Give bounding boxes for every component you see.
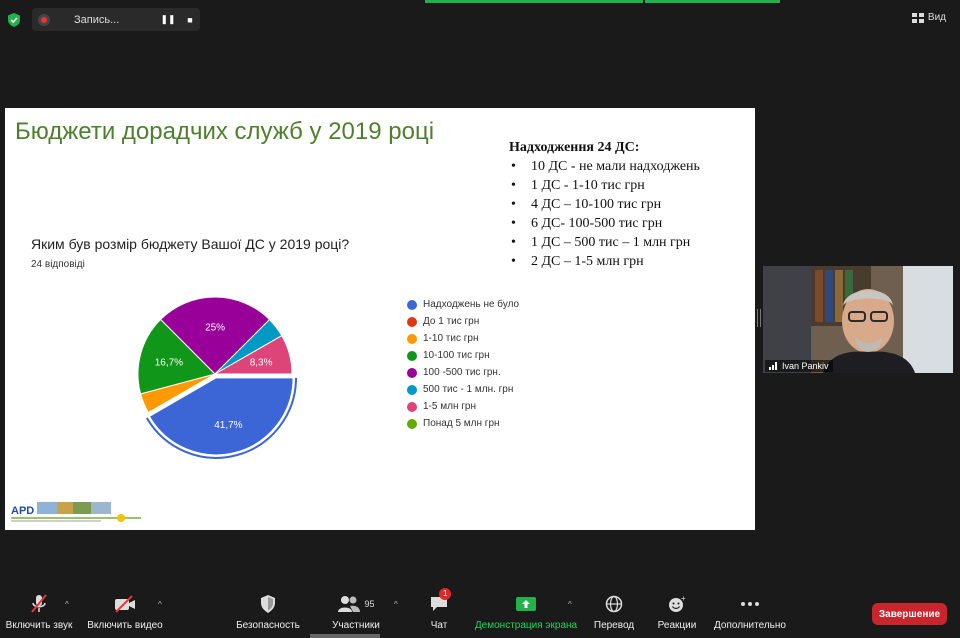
income-summary: Надходження 24 ДС: 10 ДС - не мали надхо… (509, 138, 700, 271)
participants-button[interactable]: 95 Участники (330, 592, 382, 631)
share-screen-icon (516, 597, 536, 611)
participants-label: Участники (332, 620, 380, 631)
pause-recording-icon[interactable]: ❚❚ (160, 12, 176, 28)
income-item: 1 ДС – 500 тис – 1 млн грн (509, 233, 700, 252)
audio-options-chevron-icon[interactable]: ^ (65, 600, 69, 609)
budget-pie-chart: 41,7% 16,7% 25% 8,3% (137, 296, 298, 459)
start-video-button[interactable]: Включить видео (87, 592, 163, 631)
legend-color-dot (407, 299, 417, 310)
svg-text:+: + (681, 595, 686, 603)
pie-slice-data-label: 41,7% (214, 420, 242, 431)
microphone-muted-icon (31, 594, 47, 613)
income-item: 6 ДС- 100-500 тис грн (509, 214, 700, 233)
unmute-label: Включить звук (5, 620, 73, 631)
participant-name: Ivan Pankiv (782, 361, 829, 371)
legend-color-dot (407, 401, 417, 412)
end-meeting-button[interactable]: Завершение (872, 603, 947, 625)
legend-label: 500 тис - 1 млн. грн (423, 384, 514, 395)
chat-button[interactable]: 1 Чат (424, 588, 454, 631)
legend-label: До 1 тис грн (423, 316, 480, 327)
more-label: Дополнительно (714, 620, 786, 631)
reactions-button[interactable]: + Реакции (656, 592, 698, 631)
legend-color-dot (407, 367, 417, 378)
pie-slice-data-label: 25% (205, 322, 225, 333)
share-screen-button[interactable]: Демонстрация экрана (474, 592, 578, 631)
translation-button[interactable]: Перевод (592, 592, 636, 631)
legend-item: 1-5 млн грн (407, 398, 519, 415)
response-count: 24 відповіді (31, 259, 85, 270)
legend-item: 100 -500 тис грн. (407, 364, 519, 381)
screen-share-indicator (425, 0, 780, 3)
share-options-chevron-icon[interactable]: ^ (568, 600, 572, 609)
start-video-label: Включить видео (87, 620, 163, 631)
more-dots-icon (741, 602, 759, 606)
shared-slide: Бюджети дорадчих служб у 2019 році Надхо… (5, 108, 755, 530)
chat-label: Чат (430, 620, 448, 631)
video-options-chevron-icon[interactable]: ^ (158, 600, 162, 609)
survey-question: Яким був розмір бюджету Вашої ДС у 2019 … (31, 236, 350, 252)
panel-resize-handle[interactable] (757, 309, 761, 327)
participants-icon (338, 596, 361, 612)
more-button[interactable]: Дополнительно (714, 592, 786, 631)
camera-off-icon (115, 595, 135, 613)
svg-text:APD: APD (11, 505, 34, 517)
income-item: 4 ДС – 10-100 тис грн (509, 195, 700, 214)
legend-item: 500 тис - 1 млн. грн (407, 381, 519, 398)
legend-item: Надходжень не було (407, 296, 519, 313)
meeting-toolbar: Включить звук ^ Включить видео ^ Безопас… (0, 588, 960, 638)
legend-color-dot (407, 350, 417, 361)
emoji-reaction-icon: + (669, 595, 686, 612)
participants-options-chevron-icon[interactable]: ^ (394, 600, 398, 609)
income-item: 2 ДС – 1-5 млн грн (509, 252, 700, 271)
security-label: Безопасность (236, 620, 300, 631)
legend-color-dot (407, 333, 417, 344)
legend-label: Надходжень не було (423, 299, 520, 310)
income-item: 10 ДС - не мали надходжень (509, 157, 700, 176)
unmute-button[interactable]: Включить звук (6, 592, 72, 631)
share-screen-label: Демонстрация экрана (474, 620, 578, 631)
income-item: 1 ДС - 1-10 тис грн (509, 176, 700, 195)
bottom-scroll-indicator (310, 634, 380, 638)
reactions-label: Реакции (657, 620, 697, 631)
legend-label: 100 -500 тис грн. (423, 367, 501, 378)
legend-item: До 1 тис грн (407, 313, 519, 330)
legend-label: 1-5 млн грн (423, 401, 476, 412)
participants-count: 95 (364, 599, 375, 609)
legend-color-dot (407, 418, 417, 429)
legend-color-dot (407, 384, 417, 395)
legend-color-dot (407, 316, 417, 327)
shield-icon (261, 595, 275, 613)
legend-item: 10-100 тис грн (407, 347, 519, 364)
stop-recording-icon[interactable]: ■ (182, 12, 198, 28)
grid-view-icon (911, 12, 924, 23)
participant-video[interactable]: Ivan Pankiv (763, 266, 953, 373)
pie-slice-data-label: 16,7% (155, 358, 183, 369)
translation-label: Перевод (593, 620, 635, 631)
view-button[interactable]: Вид (911, 12, 946, 23)
slide-title: Бюджети дорадчих служб у 2019 році (15, 118, 435, 145)
audio-level-icon (769, 362, 777, 370)
recording-bar: Запись... ❚❚ ■ (32, 8, 200, 31)
recording-label: Запись... (74, 13, 120, 26)
record-icon (38, 13, 50, 26)
chat-unread-badge: 1 (439, 588, 452, 600)
legend-item: Понад 5 млн грн (407, 415, 519, 432)
legend-item: 1-10 тис грн (407, 330, 519, 347)
zoom-window: Запись... ❚❚ ■ Вид Бюджети дорадчих служ… (0, 0, 960, 638)
globe-icon (605, 595, 623, 613)
legend-label: 10-100 тис грн (423, 350, 490, 361)
security-button[interactable]: Безопасность (236, 592, 300, 631)
video-frame (763, 266, 953, 373)
pie-slice-data-label: 8,3% (250, 358, 273, 369)
chart-legend: Надходжень не було До 1 тис грн 1-10 тис г… (407, 296, 519, 432)
legend-label: 1-10 тис грн (423, 333, 479, 344)
legend-label: Понад 5 млн грн (423, 418, 500, 429)
participant-name-tag: Ivan Pankiv (765, 360, 833, 372)
security-shield-icon[interactable] (6, 12, 22, 28)
view-label: Вид (927, 12, 946, 23)
partner-logos: APD (11, 502, 141, 522)
income-title: Надходження 24 ДС: (509, 140, 640, 155)
